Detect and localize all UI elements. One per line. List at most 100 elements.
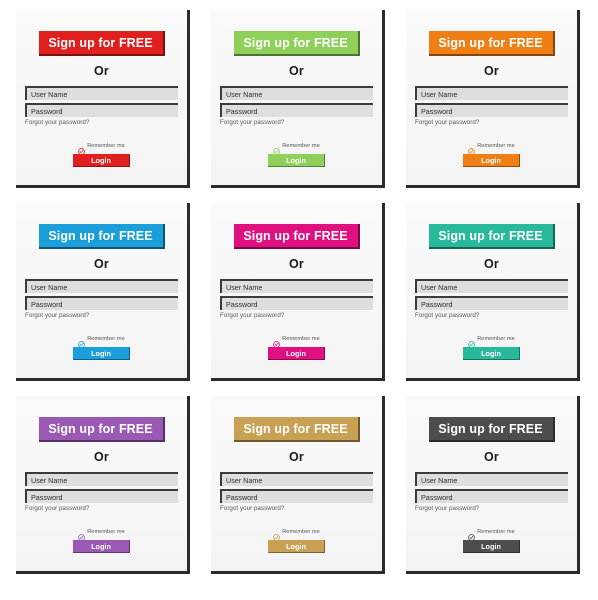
or-divider-label: Or bbox=[484, 450, 499, 464]
password-input[interactable] bbox=[25, 489, 178, 503]
remember-me-row[interactable]: Remember me bbox=[220, 142, 373, 155]
forgot-password-link[interactable]: Forgot your password? bbox=[415, 312, 568, 319]
card-red: Sign up for FREE Or Forgot your password? R… bbox=[16, 10, 190, 188]
check-circle-icon[interactable] bbox=[468, 528, 476, 541]
username-input[interactable] bbox=[220, 472, 373, 486]
card-pink: Sign up for FREE Or Forgot your password? R… bbox=[211, 203, 385, 381]
credential-fields: Forgot your password? bbox=[220, 279, 373, 319]
card-purple: Sign up for FREE Or Forgot your password? R… bbox=[16, 396, 190, 574]
card-body: Sign up for FREE Or Forgot your password? R… bbox=[406, 203, 577, 378]
credential-fields: Forgot your password? bbox=[415, 86, 568, 126]
signup-button[interactable]: Sign up for FREE bbox=[233, 417, 360, 442]
login-button[interactable]: Login bbox=[463, 540, 520, 553]
forgot-password-link[interactable]: Forgot your password? bbox=[25, 312, 178, 319]
credential-fields: Forgot your password? bbox=[220, 86, 373, 126]
password-input[interactable] bbox=[415, 296, 568, 310]
signup-button[interactable]: Sign up for FREE bbox=[38, 224, 165, 249]
check-circle-icon[interactable] bbox=[273, 142, 281, 155]
check-circle-icon[interactable] bbox=[273, 528, 281, 541]
or-divider-label: Or bbox=[484, 257, 499, 271]
login-button[interactable]: Login bbox=[268, 154, 325, 167]
card-body: Sign up for FREE Or Forgot your password? R… bbox=[406, 396, 577, 571]
username-input[interactable] bbox=[415, 472, 568, 486]
check-circle-icon[interactable] bbox=[78, 335, 86, 348]
signup-button-row: Sign up for FREE bbox=[25, 224, 178, 249]
card-body: Sign up for FREE Or Forgot your password? R… bbox=[16, 396, 187, 571]
remember-me-row[interactable]: Remember me bbox=[415, 142, 568, 155]
remember-me-label: Remember me bbox=[87, 528, 125, 535]
login-button-row: Login bbox=[25, 540, 178, 553]
username-input[interactable] bbox=[25, 86, 178, 100]
signup-button-row: Sign up for FREE bbox=[220, 31, 373, 56]
or-divider-label: Or bbox=[484, 64, 499, 78]
check-circle-icon[interactable] bbox=[468, 335, 476, 348]
password-input[interactable] bbox=[220, 489, 373, 503]
login-button-row: Login bbox=[25, 154, 178, 167]
username-input[interactable] bbox=[220, 279, 373, 293]
username-input[interactable] bbox=[25, 279, 178, 293]
forgot-password-link[interactable]: Forgot your password? bbox=[25, 119, 178, 126]
check-circle-icon[interactable] bbox=[78, 528, 86, 541]
signup-button[interactable]: Sign up for FREE bbox=[233, 224, 360, 249]
login-card-grid: Sign up for FREE Or Forgot your password? R… bbox=[0, 0, 598, 586]
credential-fields: Forgot your password? bbox=[415, 472, 568, 512]
signup-button[interactable]: Sign up for FREE bbox=[38, 417, 165, 442]
login-button-row: Login bbox=[415, 347, 568, 360]
or-divider-label: Or bbox=[289, 257, 304, 271]
credential-fields: Forgot your password? bbox=[25, 86, 178, 126]
login-button[interactable]: Login bbox=[463, 347, 520, 360]
password-input[interactable] bbox=[25, 296, 178, 310]
login-card: Sign up for FREE Or Forgot your password? R… bbox=[211, 203, 399, 393]
username-input[interactable] bbox=[415, 86, 568, 100]
forgot-password-link[interactable]: Forgot your password? bbox=[25, 505, 178, 512]
or-divider-label: Or bbox=[289, 64, 304, 78]
username-input[interactable] bbox=[415, 279, 568, 293]
signup-button[interactable]: Sign up for FREE bbox=[428, 224, 555, 249]
signup-button[interactable]: Sign up for FREE bbox=[428, 417, 555, 442]
remember-me-label: Remember me bbox=[477, 528, 515, 535]
check-circle-icon[interactable] bbox=[78, 142, 86, 155]
signup-button-row: Sign up for FREE bbox=[25, 417, 178, 442]
password-input[interactable] bbox=[220, 296, 373, 310]
forgot-password-link[interactable]: Forgot your password? bbox=[220, 312, 373, 319]
signup-button[interactable]: Sign up for FREE bbox=[38, 31, 165, 56]
check-circle-icon[interactable] bbox=[273, 335, 281, 348]
remember-me-row[interactable]: Remember me bbox=[415, 528, 568, 541]
remember-me-row[interactable]: Remember me bbox=[220, 528, 373, 541]
remember-me-row[interactable]: Remember me bbox=[415, 335, 568, 348]
signup-button-row: Sign up for FREE bbox=[220, 224, 373, 249]
login-button[interactable]: Login bbox=[463, 154, 520, 167]
login-button[interactable]: Login bbox=[73, 540, 130, 553]
card-orange: Sign up for FREE Or Forgot your password? R… bbox=[406, 10, 580, 188]
password-input[interactable] bbox=[25, 103, 178, 117]
password-input[interactable] bbox=[415, 103, 568, 117]
or-divider-label: Or bbox=[289, 450, 304, 464]
credential-fields: Forgot your password? bbox=[25, 472, 178, 512]
login-button[interactable]: Login bbox=[268, 347, 325, 360]
signup-button[interactable]: Sign up for FREE bbox=[428, 31, 555, 56]
check-circle-icon[interactable] bbox=[468, 142, 476, 155]
login-button-row: Login bbox=[415, 154, 568, 167]
remember-me-row[interactable]: Remember me bbox=[25, 528, 178, 541]
signup-button[interactable]: Sign up for FREE bbox=[233, 31, 360, 56]
password-input[interactable] bbox=[220, 103, 373, 117]
login-button[interactable]: Login bbox=[268, 540, 325, 553]
forgot-password-link[interactable]: Forgot your password? bbox=[220, 505, 373, 512]
remember-me-row[interactable]: Remember me bbox=[25, 335, 178, 348]
login-button-row: Login bbox=[220, 540, 373, 553]
login-card: Sign up for FREE Or Forgot your password? R… bbox=[16, 203, 204, 393]
username-input[interactable] bbox=[25, 472, 178, 486]
login-button[interactable]: Login bbox=[73, 154, 130, 167]
forgot-password-link[interactable]: Forgot your password? bbox=[415, 505, 568, 512]
card-body: Sign up for FREE Or Forgot your password? R… bbox=[211, 396, 382, 571]
remember-me-label: Remember me bbox=[477, 335, 515, 342]
or-divider-label: Or bbox=[94, 450, 109, 464]
or-divider-label: Or bbox=[94, 257, 109, 271]
remember-me-row[interactable]: Remember me bbox=[220, 335, 373, 348]
username-input[interactable] bbox=[220, 86, 373, 100]
forgot-password-link[interactable]: Forgot your password? bbox=[220, 119, 373, 126]
forgot-password-link[interactable]: Forgot your password? bbox=[415, 119, 568, 126]
password-input[interactable] bbox=[415, 489, 568, 503]
login-button[interactable]: Login bbox=[73, 347, 130, 360]
remember-me-row[interactable]: Remember me bbox=[25, 142, 178, 155]
